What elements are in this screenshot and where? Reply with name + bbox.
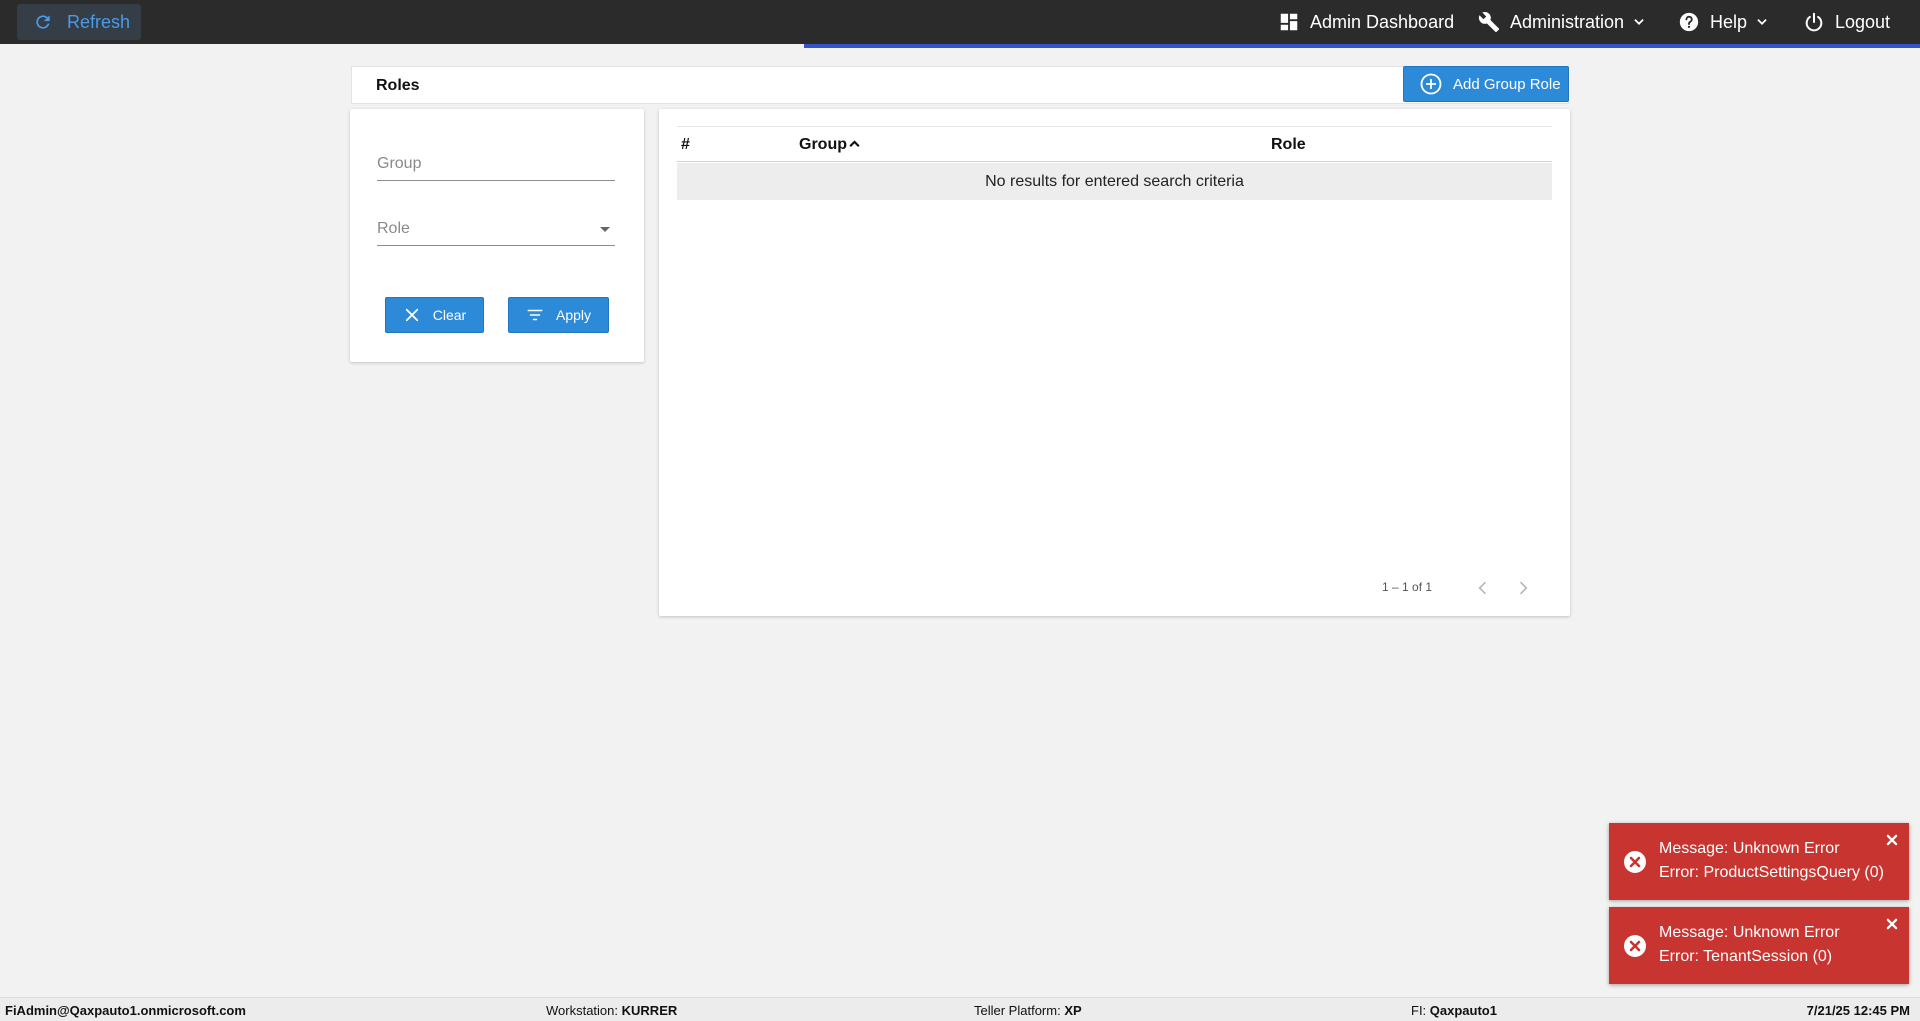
error-toast: Message: Unknown Error Error: TenantSess… bbox=[1609, 907, 1909, 984]
group-input[interactable] bbox=[377, 147, 615, 180]
role-select[interactable] bbox=[377, 212, 615, 245]
chevron-down-icon bbox=[1757, 19, 1767, 25]
wrench-icon bbox=[1478, 12, 1500, 33]
results-table-panel: # Group Role No results for entered sear… bbox=[659, 109, 1570, 616]
pagination-range: 1 – 1 of 1 bbox=[1382, 580, 1433, 594]
status-datetime-value: 7/21/25 12:45 PM bbox=[1806, 1003, 1910, 1018]
nav-admin-dashboard[interactable]: Admin Dashboard bbox=[1278, 0, 1454, 44]
page-title: Roles bbox=[376, 77, 420, 94]
empty-results-row: No results for entered search criteria bbox=[677, 163, 1552, 200]
column-header-role[interactable]: Role bbox=[1271, 136, 1306, 154]
page-header: Roles bbox=[351, 66, 1569, 104]
help-circle-icon bbox=[1679, 12, 1699, 32]
close-icon bbox=[405, 308, 418, 322]
clear-button[interactable]: Clear bbox=[385, 297, 484, 333]
error-toast: Message: Unknown Error Error: ProductSet… bbox=[1609, 823, 1909, 900]
nav-admin-dashboard-label: Admin Dashboard bbox=[1310, 11, 1455, 32]
toast-error-line: Error: TenantSession (0) bbox=[1659, 948, 1833, 965]
close-icon[interactable] bbox=[1885, 833, 1899, 847]
status-fi-label: FI: bbox=[1411, 1003, 1427, 1018]
status-user-value: FiAdmin@Qaxpauto1.onmicrosoft.com bbox=[5, 1003, 246, 1018]
chevron-down-icon bbox=[1634, 19, 1644, 25]
status-bar: FiAdmin@Qaxpauto1.onmicrosoft.com Workst… bbox=[0, 997, 1920, 1021]
status-fi: FI: Qaxpauto1 bbox=[1411, 1003, 1497, 1018]
toast-error-line: Error: ProductSettingsQuery (0) bbox=[1659, 864, 1884, 881]
dropdown-caret-icon[interactable] bbox=[600, 227, 610, 232]
column-header-number[interactable]: # bbox=[681, 136, 690, 154]
nav-administration-label: Administration bbox=[1510, 11, 1625, 32]
nav-help[interactable]: Help bbox=[1678, 0, 1769, 44]
dashboard-icon bbox=[1280, 13, 1298, 31]
apply-label: Apply bbox=[555, 307, 592, 323]
status-fi-value: Qaxpauto1 bbox=[1429, 1003, 1497, 1018]
status-platform-label: Teller Platform: bbox=[974, 1003, 1061, 1018]
status-datetime: 7/21/25 12:45 PM bbox=[1807, 1003, 1910, 1018]
filter-icon bbox=[527, 309, 543, 321]
add-group-role-label: Add Group Role bbox=[1453, 75, 1561, 93]
column-header-group-label: Group bbox=[799, 136, 847, 153]
filter-panel: Clear Apply bbox=[350, 109, 644, 362]
nav-logout-label: Logout bbox=[1835, 11, 1891, 32]
power-icon bbox=[1805, 12, 1823, 32]
role-field bbox=[377, 212, 615, 246]
refresh-label: Refresh bbox=[67, 11, 131, 32]
nav-administration[interactable]: Administration bbox=[1478, 0, 1646, 44]
next-page-button[interactable] bbox=[1513, 578, 1533, 598]
chevron-left-icon bbox=[1478, 581, 1487, 595]
status-workstation-value: KURRER bbox=[621, 1003, 678, 1018]
error-circle-icon bbox=[1624, 935, 1646, 957]
add-group-role-button[interactable]: Add Group Role bbox=[1403, 66, 1569, 102]
chevron-right-icon bbox=[1519, 581, 1528, 595]
close-icon[interactable] bbox=[1885, 917, 1899, 931]
error-circle-icon bbox=[1624, 851, 1646, 873]
nav-help-label: Help bbox=[1710, 11, 1748, 32]
previous-page-button[interactable] bbox=[1473, 578, 1493, 598]
status-workstation-label: Workstation: bbox=[546, 1003, 619, 1018]
toast-message-line: Message: Unknown Error bbox=[1659, 840, 1840, 857]
toast-message: Message: Unknown Error Error: ProductSet… bbox=[1659, 837, 1884, 885]
sort-ascending-icon bbox=[849, 140, 860, 147]
apply-button[interactable]: Apply bbox=[508, 297, 609, 333]
status-teller-platform: Teller Platform: XP bbox=[974, 1003, 1082, 1018]
status-workstation: Workstation: KURRER bbox=[546, 1003, 677, 1018]
nav-logout[interactable]: Logout bbox=[1803, 0, 1890, 44]
column-header-group[interactable]: Group bbox=[799, 136, 861, 154]
progress-accent-bar bbox=[804, 44, 1920, 48]
group-field bbox=[377, 147, 615, 181]
toast-message-line: Message: Unknown Error bbox=[1659, 924, 1840, 941]
refresh-icon bbox=[36, 15, 50, 29]
toast-message: Message: Unknown Error Error: TenantSess… bbox=[1659, 921, 1840, 969]
clear-label: Clear bbox=[432, 307, 467, 323]
add-circle-icon bbox=[1420, 73, 1442, 95]
table-header: # Group Role bbox=[677, 126, 1552, 162]
refresh-button[interactable]: Refresh bbox=[17, 4, 141, 40]
status-user: FiAdmin@Qaxpauto1.onmicrosoft.com bbox=[5, 1003, 246, 1018]
top-navigation-bar: Refresh Admin Dashboard Administration H… bbox=[0, 0, 1920, 44]
status-platform-value: XP bbox=[1064, 1003, 1082, 1018]
